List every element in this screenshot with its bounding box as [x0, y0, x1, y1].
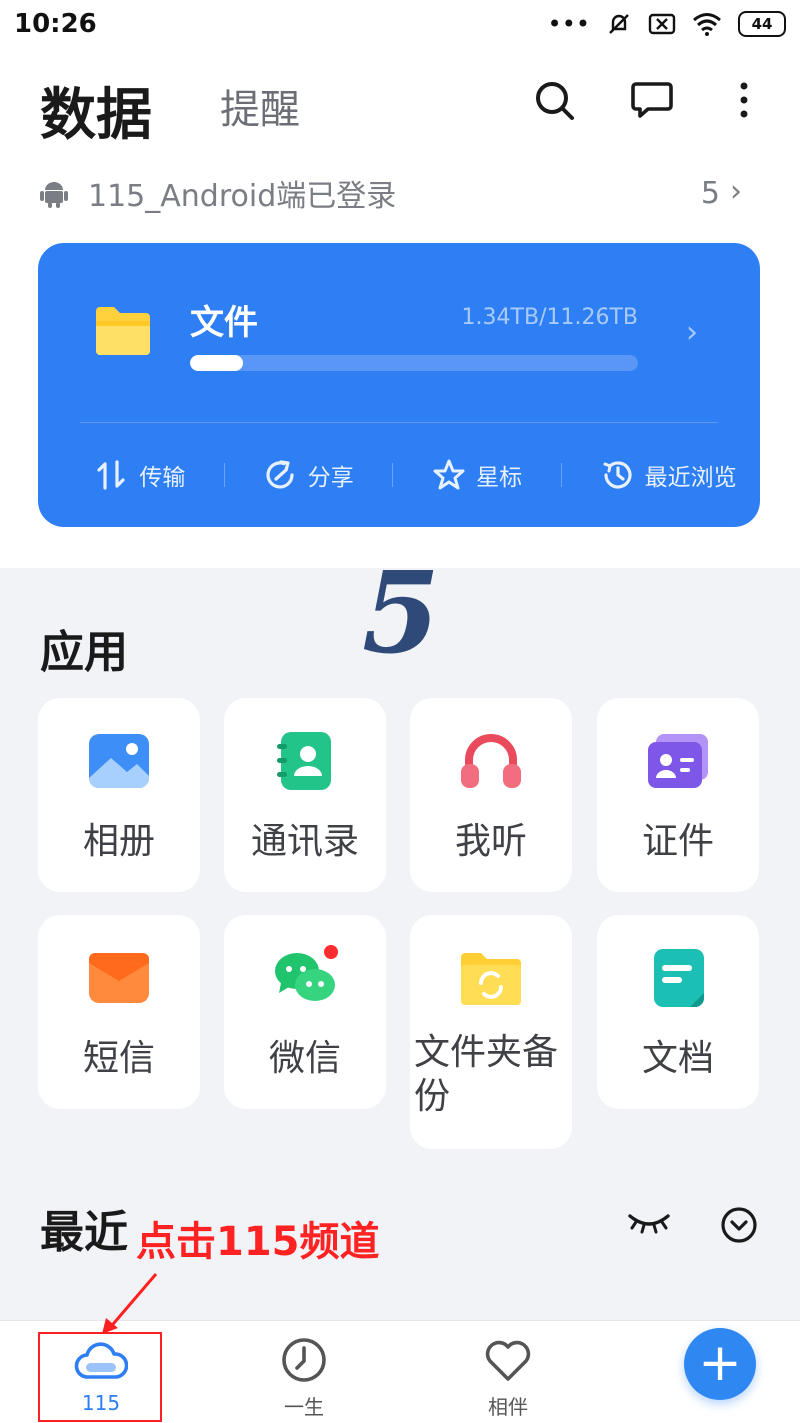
- action-recent-browse-label: 最近浏览: [644, 465, 737, 491]
- action-share-label: 分享: [307, 465, 354, 491]
- document-icon: [654, 949, 704, 1007]
- app-label: 证件: [641, 821, 714, 862]
- action-recent-browse[interactable]: 最近浏览: [601, 458, 737, 492]
- page-title[interactable]: 数据: [40, 70, 152, 151]
- action-share[interactable]: 分享: [264, 458, 354, 492]
- app-label: 我听: [454, 821, 527, 862]
- app-tile-album[interactable]: 相册: [38, 698, 200, 892]
- battery-indicator: 44: [738, 11, 786, 37]
- card-actions: 传输 分享 星标 最近浏览: [76, 445, 756, 505]
- app-label: 文档: [641, 1038, 714, 1079]
- star-icon: [433, 459, 465, 490]
- login-notice-text: 115_Android端已登录: [88, 179, 397, 214]
- app-tile-wechat[interactable]: 微信: [224, 915, 386, 1109]
- action-transfer-label: 传输: [139, 465, 186, 491]
- status-time: 10:26: [14, 9, 97, 39]
- chevron-right-icon: ›: [730, 174, 742, 209]
- notification-dot: [324, 945, 338, 959]
- action-separator: [560, 463, 562, 487]
- mute-icon: [609, 14, 629, 34]
- add-button[interactable]: +: [684, 1328, 756, 1400]
- app-tile-id-cards[interactable]: 证件: [597, 698, 759, 892]
- heart-icon: [485, 1340, 531, 1381]
- app-tile-sms[interactable]: 短信: [38, 915, 200, 1109]
- tab-lifetime[interactable]: 一生: [244, 1333, 364, 1420]
- annotation-text: 点击115频道: [136, 1219, 380, 1265]
- share-icon: [266, 460, 294, 489]
- apps-section-title: 应用: [40, 627, 128, 678]
- watermark-digit: 5: [362, 548, 440, 679]
- tab-label: 相伴: [488, 1395, 528, 1419]
- storage-progress-bar: [190, 355, 638, 371]
- message-icon[interactable]: [630, 78, 674, 122]
- contacts-icon: [277, 732, 331, 790]
- eye-closed-icon[interactable]: [626, 1208, 672, 1238]
- folder-icon: [96, 307, 150, 355]
- app-tile-listen[interactable]: 我听: [410, 698, 572, 892]
- tab-reminders[interactable]: 提醒: [220, 77, 300, 135]
- more-dots-icon: •••: [547, 10, 590, 38]
- chevron-right-icon: ›: [686, 315, 698, 350]
- wifi-icon: [693, 13, 721, 36]
- storage-progress-fill: [190, 355, 244, 371]
- app-label: 微信: [268, 1038, 341, 1079]
- card-divider: [80, 422, 718, 423]
- app-label: 短信: [82, 1038, 155, 1079]
- action-separator: [224, 463, 226, 487]
- file-storage-card[interactable]: 文件 1.34TB/11.26TB › 传输 分享 星标 最近浏览: [38, 243, 760, 527]
- annotation-highlight-box: [38, 1332, 162, 1422]
- app-tile-contacts[interactable]: 通讯录: [224, 698, 386, 892]
- search-icon[interactable]: [532, 78, 576, 122]
- photo-album-icon: [89, 734, 149, 788]
- storage-usage: 1.34TB/11.26TB: [461, 305, 638, 330]
- history-icon: [603, 461, 632, 489]
- more-vertical-icon[interactable]: [722, 78, 766, 122]
- action-separator: [392, 463, 394, 487]
- login-notice[interactable]: 115_Android端已登录 5 ›: [40, 168, 760, 218]
- app-tile-documents[interactable]: 文档: [597, 915, 759, 1109]
- transfer-icon: [97, 460, 125, 490]
- android-icon: [40, 182, 68, 208]
- recent-section-title: 最近: [40, 1207, 128, 1258]
- headphones-icon: [461, 734, 521, 788]
- tab-label: 一生: [284, 1395, 324, 1419]
- id-card-icon: [648, 734, 708, 788]
- folder-backup-icon: [461, 953, 521, 1005]
- app-tile-folder-backup[interactable]: 文件夹备份: [410, 915, 572, 1149]
- sms-icon: [89, 953, 149, 1003]
- chevron-down-circle-icon[interactable]: [720, 1206, 758, 1244]
- action-star[interactable]: 星标: [432, 458, 522, 492]
- file-card-title: 文件: [190, 303, 258, 343]
- login-device-count: 5: [700, 176, 720, 211]
- app-label: 相册: [82, 821, 155, 862]
- action-star-label: 星标: [476, 465, 523, 491]
- status-icons: ••• 44: [548, 10, 786, 38]
- app-label: 通讯录: [250, 821, 359, 862]
- app-label: 文件夹备份: [414, 1032, 559, 1117]
- tab-companion[interactable]: 相伴: [448, 1333, 568, 1420]
- annotation-arrow: [102, 1273, 158, 1334]
- action-transfer[interactable]: 传输: [95, 458, 185, 492]
- sim-off-icon: [648, 13, 676, 35]
- clock-icon: [282, 1338, 326, 1382]
- status-bar: 10:26 ••• 44: [0, 0, 800, 50]
